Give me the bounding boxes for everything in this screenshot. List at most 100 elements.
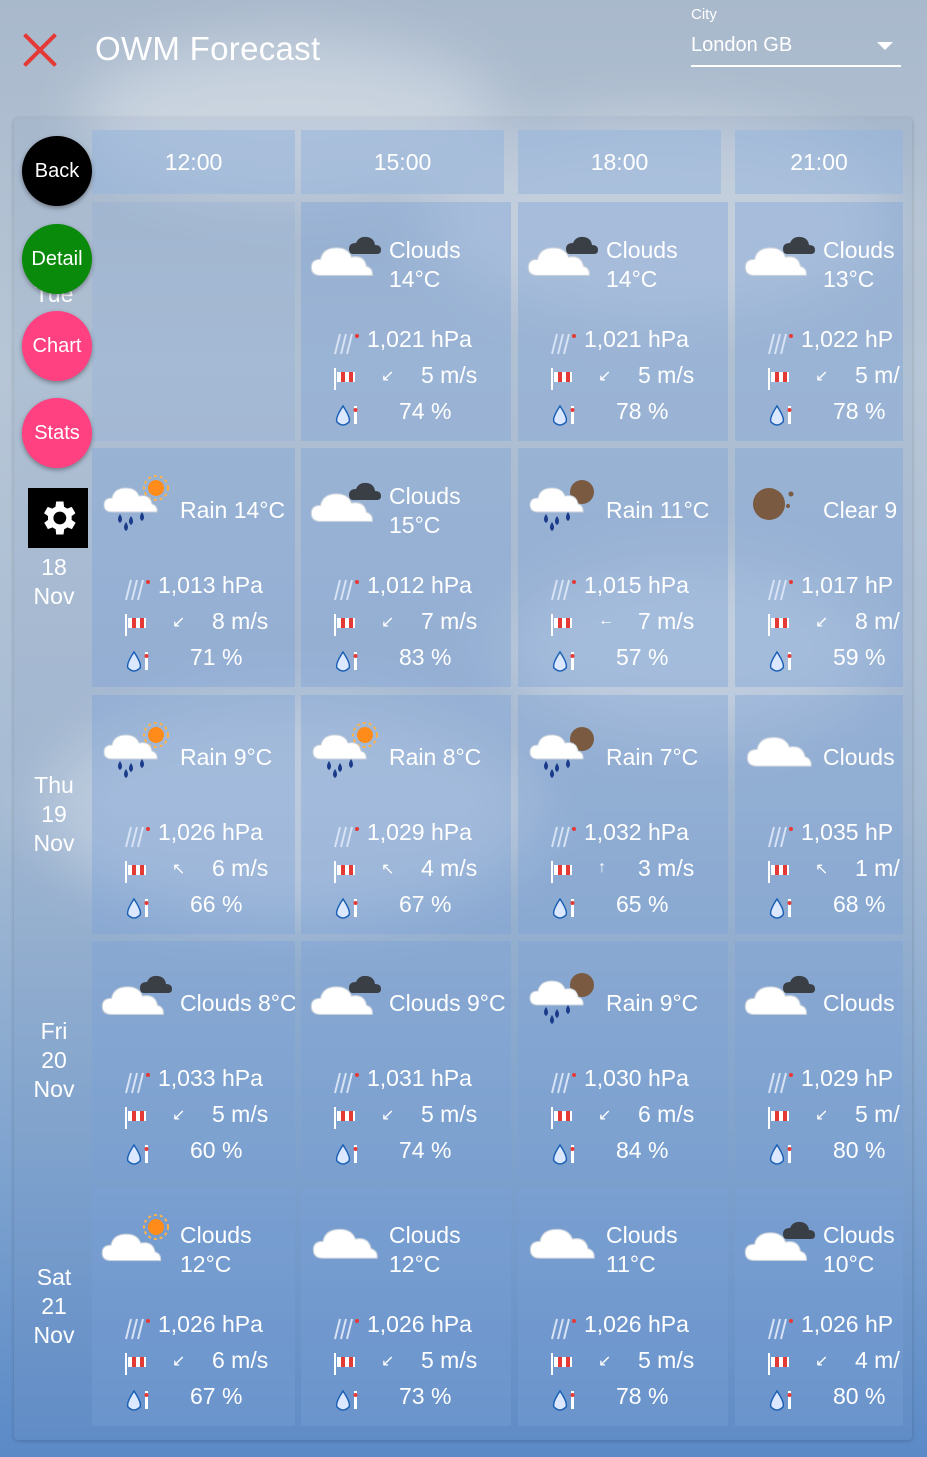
forecast-cell[interactable]: Clouds 1,035 hP ↖ 1 m/ 68 % [735, 695, 903, 934]
forecast-cell[interactable]: Clear 9 1,017 hP ↙ 8 m/ 59 % [735, 448, 903, 687]
wind-row: ↙ 5 m/s [301, 1101, 511, 1133]
city-select[interactable]: City London GB [691, 6, 901, 68]
forecast-cell[interactable]: Rain 7°C 1,032 hPa ↑ 3 m/s 65 % [518, 695, 728, 934]
close-icon[interactable] [20, 30, 60, 70]
pressure-row: 1,033 hPa [92, 1065, 295, 1097]
hour-header: 18:00 [518, 130, 721, 194]
back-button[interactable]: Back [22, 136, 92, 206]
pressure-value: 1,026 hPa [158, 1311, 263, 1337]
humidity-value: 71 % [190, 644, 243, 670]
clouds-icon [741, 717, 821, 781]
weather-description: Clouds 13°C [823, 236, 895, 294]
stats-button[interactable]: Stats [22, 398, 92, 468]
windsock-icon [122, 859, 152, 885]
forecast-cell[interactable]: Clouds 12°C 1,026 hPa ↙ 6 m/s 67 % [92, 1187, 295, 1426]
forecast-cell[interactable]: Clouds 11°C 1,026 hPa ↙ 5 m/s 78 % [518, 1187, 728, 1426]
weather-description: Rain 8°C [389, 743, 481, 772]
barometer-icon [331, 330, 361, 356]
forecast-cell[interactable]: Clouds 10°C 1,026 hP ↙ 4 m/ 80 % [735, 1187, 903, 1426]
pressure-row: 1,012 hPa [301, 572, 511, 604]
weather-desc-line2: 12°C [389, 1251, 441, 1277]
wind-direction-icon: ↖ [381, 861, 395, 878]
pressure-value: 1,029 hPa [367, 819, 472, 845]
weather-description: Clouds 11°C [606, 1221, 678, 1279]
forecast-cell[interactable]: Rain 11°C 1,015 hPa ← 7 m/s 57 % [518, 448, 728, 687]
day-label-month: Nov [33, 1322, 75, 1348]
wind-value: 5 m/s [212, 1101, 269, 1127]
weather-description: Clouds 8°C [180, 989, 295, 1018]
day-label: 18 Nov [14, 553, 94, 611]
wind-row: ↙ 5 m/s [301, 362, 511, 394]
windsock-icon [331, 1105, 361, 1131]
wind-direction-icon: ↙ [815, 368, 829, 385]
rain-day-icon [98, 717, 178, 781]
weather-desc-line1: Clouds 8°C [180, 990, 295, 1016]
humidity-value: 78 % [616, 1383, 669, 1409]
humidity-icon [331, 1141, 361, 1167]
humidity-icon [331, 402, 361, 428]
barometer-icon [548, 823, 578, 849]
day-label-dow: Sat [36, 1264, 72, 1290]
humidity-value: 67 % [190, 1383, 243, 1409]
weather-desc-line1: Clouds [823, 990, 895, 1016]
humidity-icon [765, 895, 795, 921]
humidity-row: 66 % [92, 891, 295, 923]
forecast-cell[interactable]: Clouds 8°C 1,033 hPa ↙ 5 m/s 60 % [92, 941, 295, 1180]
humidity-value: 80 % [833, 1383, 886, 1409]
forecast-cell[interactable]: Clouds 15°C 1,012 hPa ↙ 7 m/s 83 % [301, 448, 511, 687]
windsock-icon [765, 1351, 795, 1377]
rain-night-icon [524, 717, 604, 781]
settings-button[interactable] [28, 488, 88, 548]
humidity-icon [331, 895, 361, 921]
humidity-icon [548, 1387, 578, 1413]
humidity-value: 65 % [616, 891, 669, 917]
detail-button[interactable]: Detail [22, 224, 92, 294]
clouds-icon [524, 1209, 604, 1273]
humidity-row: 67 % [92, 1383, 295, 1415]
humidity-row: 83 % [301, 644, 511, 676]
forecast-cell [92, 202, 295, 441]
forecast-cell[interactable]: Rain 9°C 1,026 hPa ↖ 6 m/s 66 % [92, 695, 295, 934]
clouds-night-icon [307, 963, 387, 1027]
pressure-value: 1,032 hPa [584, 819, 689, 845]
day-label-month: Nov [33, 1076, 75, 1102]
wind-value: 5 m/s [638, 1347, 695, 1373]
forecast-cell[interactable]: Clouds 14°C 1,021 hPa ↙ 5 m/s 78 % [518, 202, 728, 441]
forecast-cell[interactable]: Clouds 13°C 1,022 hP ↙ 5 m/ 78 % [735, 202, 903, 441]
humidity-icon [765, 1387, 795, 1413]
pressure-row: 1,015 hPa [518, 572, 728, 604]
forecast-cell[interactable]: Clouds 9°C 1,031 hPa ↙ 5 m/s 74 % [301, 941, 511, 1180]
gear-icon [44, 501, 76, 535]
pressure-value: 1,026 hPa [367, 1311, 472, 1337]
windsock-icon [331, 1351, 361, 1377]
wind-value: 5 m/ [855, 362, 900, 388]
chart-button[interactable]: Chart [22, 311, 92, 381]
wind-direction-icon: ↙ [598, 1107, 612, 1124]
page-title: OWM Forecast [95, 30, 321, 67]
humidity-value: 60 % [190, 1137, 243, 1163]
humidity-icon [331, 1387, 361, 1413]
humidity-value: 67 % [399, 891, 452, 917]
forecast-cell[interactable]: Clouds 1,029 hP ↙ 5 m/ 80 % [735, 941, 903, 1180]
pressure-row: 1,026 hPa [518, 1311, 728, 1343]
pressure-row: 1,022 hP [735, 326, 903, 358]
pressure-row: 1,032 hPa [518, 819, 728, 851]
forecast-cell[interactable]: Clouds 12°C 1,026 hPa ↙ 5 m/s 73 % [301, 1187, 511, 1426]
pressure-row: 1,021 hPa [518, 326, 728, 358]
forecast-cell[interactable]: Rain 8°C 1,029 hPa ↖ 4 m/s 67 % [301, 695, 511, 934]
clouds-night-icon [741, 224, 821, 288]
weather-desc-line1: Rain 9°C [606, 990, 699, 1016]
barometer-icon [765, 823, 795, 849]
pressure-row: 1,026 hPa [92, 819, 295, 851]
forecast-cell[interactable]: Clouds 14°C 1,021 hPa ↙ 5 m/s 74 % [301, 202, 511, 441]
pressure-row: 1,031 hPa [301, 1065, 511, 1097]
humidity-value: 57 % [616, 644, 669, 670]
clouds-night-icon [307, 224, 387, 288]
wind-direction-icon: ↑ [598, 859, 606, 876]
humidity-row: 73 % [301, 1383, 511, 1415]
humidity-row: 60 % [92, 1137, 295, 1169]
forecast-cell[interactable]: Rain 9°C 1,030 hPa ↙ 6 m/s 84 % [518, 941, 728, 1180]
weather-desc-line2: 15°C [389, 512, 441, 538]
clear-night-icon [741, 470, 821, 534]
forecast-cell[interactable]: Rain 14°C 1,013 hPa ↙ 8 m/s 71 % [92, 448, 295, 687]
